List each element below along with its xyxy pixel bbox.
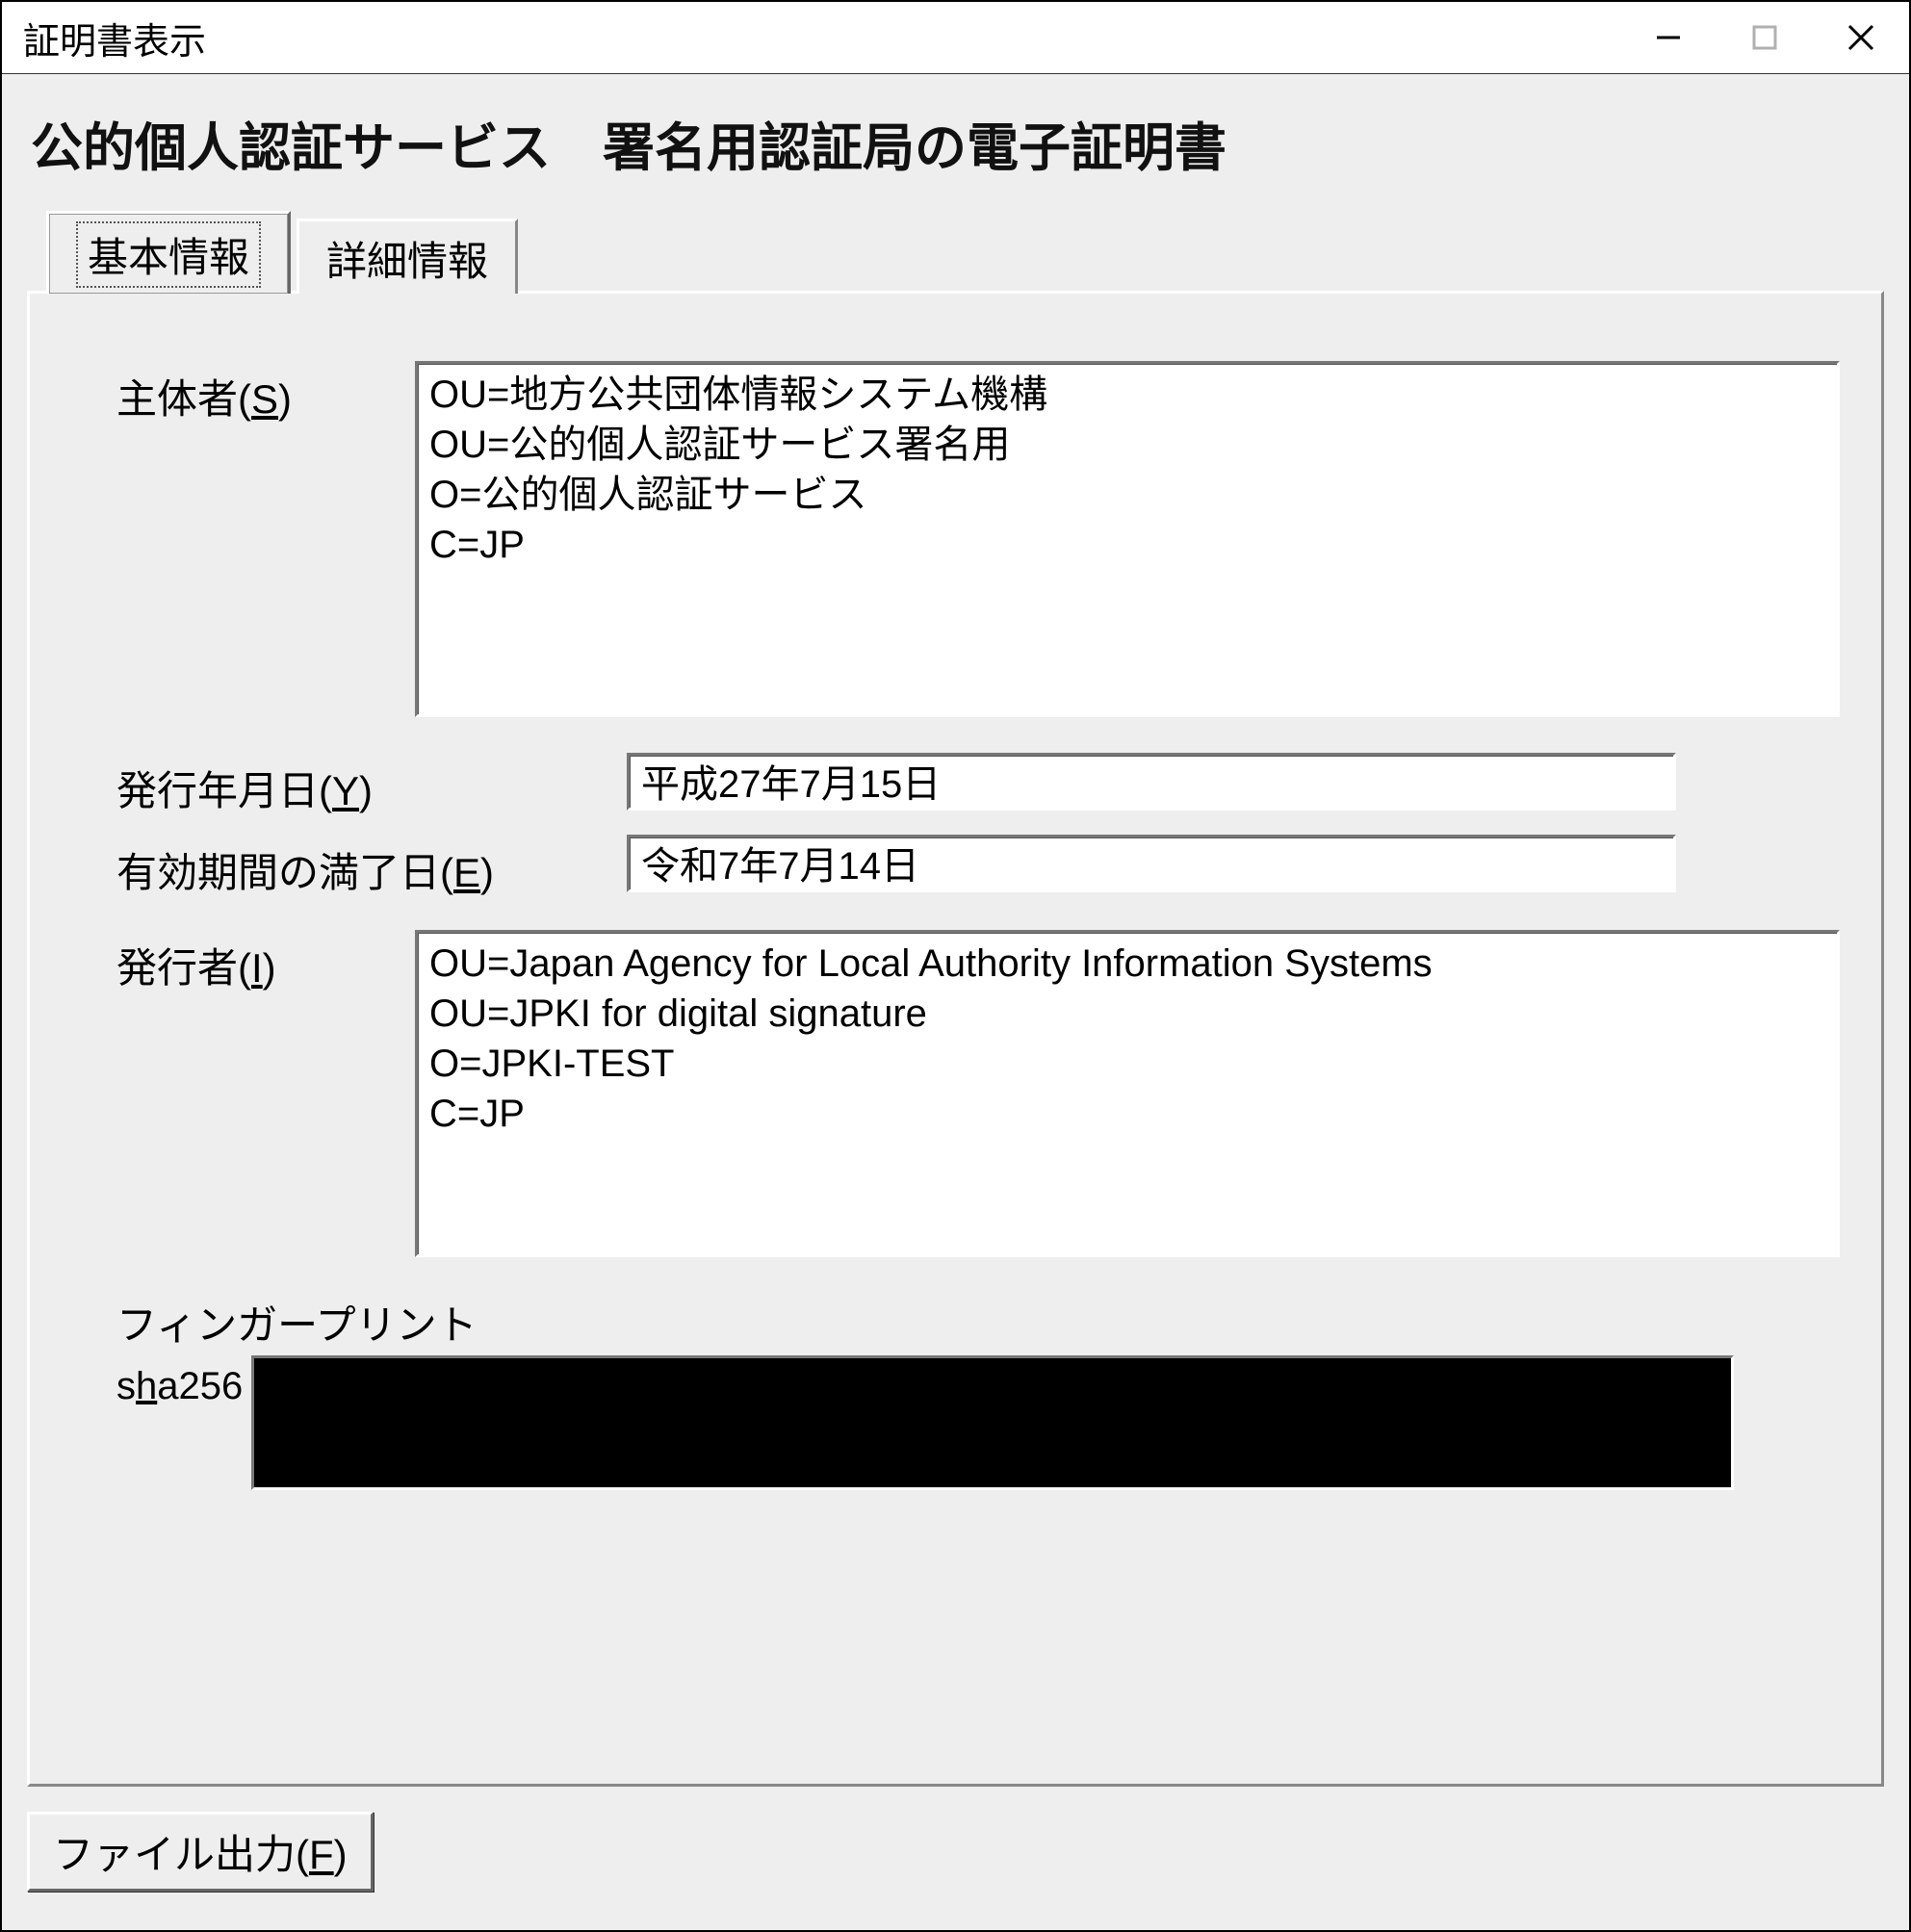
maximize-icon xyxy=(1747,20,1782,55)
window-controls xyxy=(1620,2,1909,73)
window-title: 証明書表示 xyxy=(23,12,206,64)
label-fingerprint: フィンガープリント xyxy=(116,1293,1833,1352)
field-subject[interactable] xyxy=(415,361,1840,717)
label-subject: 主体者(S) xyxy=(116,361,415,425)
row-subject: 主体者(S) xyxy=(116,361,1833,722)
minimize-icon xyxy=(1651,20,1686,55)
fingerprint-block: フィンガープリント sha256 xyxy=(116,1293,1833,1490)
label-issuer: 発行者(I) xyxy=(116,930,415,994)
field-fingerprint-sha256[interactable] xyxy=(251,1355,1734,1490)
label-issue-date: 発行年月日(Y) xyxy=(116,753,627,817)
close-icon xyxy=(1844,20,1878,55)
tab-detail-info-label: 詳細情報 xyxy=(326,239,488,284)
row-issue-date: 発行年月日(Y) 平成27年7月15日 xyxy=(116,753,1833,817)
minimize-button[interactable] xyxy=(1620,2,1717,73)
row-issuer: 発行者(I) xyxy=(116,930,1833,1262)
row-expiry-date: 有効期間の満了日(E) 令和7年7月14日 xyxy=(116,835,1833,899)
label-expiry-date: 有効期間の満了日(E) xyxy=(116,835,627,899)
client-area: 公的個人認証サービス 署名用認証局の電子証明書 基本情報 詳細情報 主体者(S)… xyxy=(2,74,1909,1930)
file-output-button[interactable]: ファイル出力(F) xyxy=(27,1812,374,1892)
maximize-button[interactable] xyxy=(1717,2,1813,73)
tab-detail-info[interactable]: 詳細情報 xyxy=(297,219,518,294)
tab-panel-basic: 主体者(S) 発行年月日(Y) 平成27年7月15日 有効期間の満了日(E) 令… xyxy=(27,291,1884,1787)
field-issuer[interactable] xyxy=(415,930,1840,1257)
tab-strip: 基本情報 詳細情報 xyxy=(27,208,1884,291)
title-bar[interactable]: 証明書表示 xyxy=(2,2,1909,74)
tab-basic-info-label: 基本情報 xyxy=(76,221,261,288)
tab-basic-info[interactable]: 基本情報 xyxy=(46,211,291,294)
label-fingerprint-algo: sha256 xyxy=(116,1355,251,1408)
field-issue-date[interactable]: 平成27年7月15日 xyxy=(627,753,1676,811)
page-heading: 公的個人認証サービス 署名用認証局の電子証明書 xyxy=(31,105,1884,181)
close-button[interactable] xyxy=(1813,2,1909,73)
certificate-window: 証明書表示 公的個人認証サービス 署名用認証局の電子証明書 基本情報 詳細情報 xyxy=(0,0,1911,1932)
field-expiry-date[interactable]: 令和7年7月14日 xyxy=(627,835,1676,892)
button-bar: ファイル出力(F) xyxy=(27,1812,1884,1892)
